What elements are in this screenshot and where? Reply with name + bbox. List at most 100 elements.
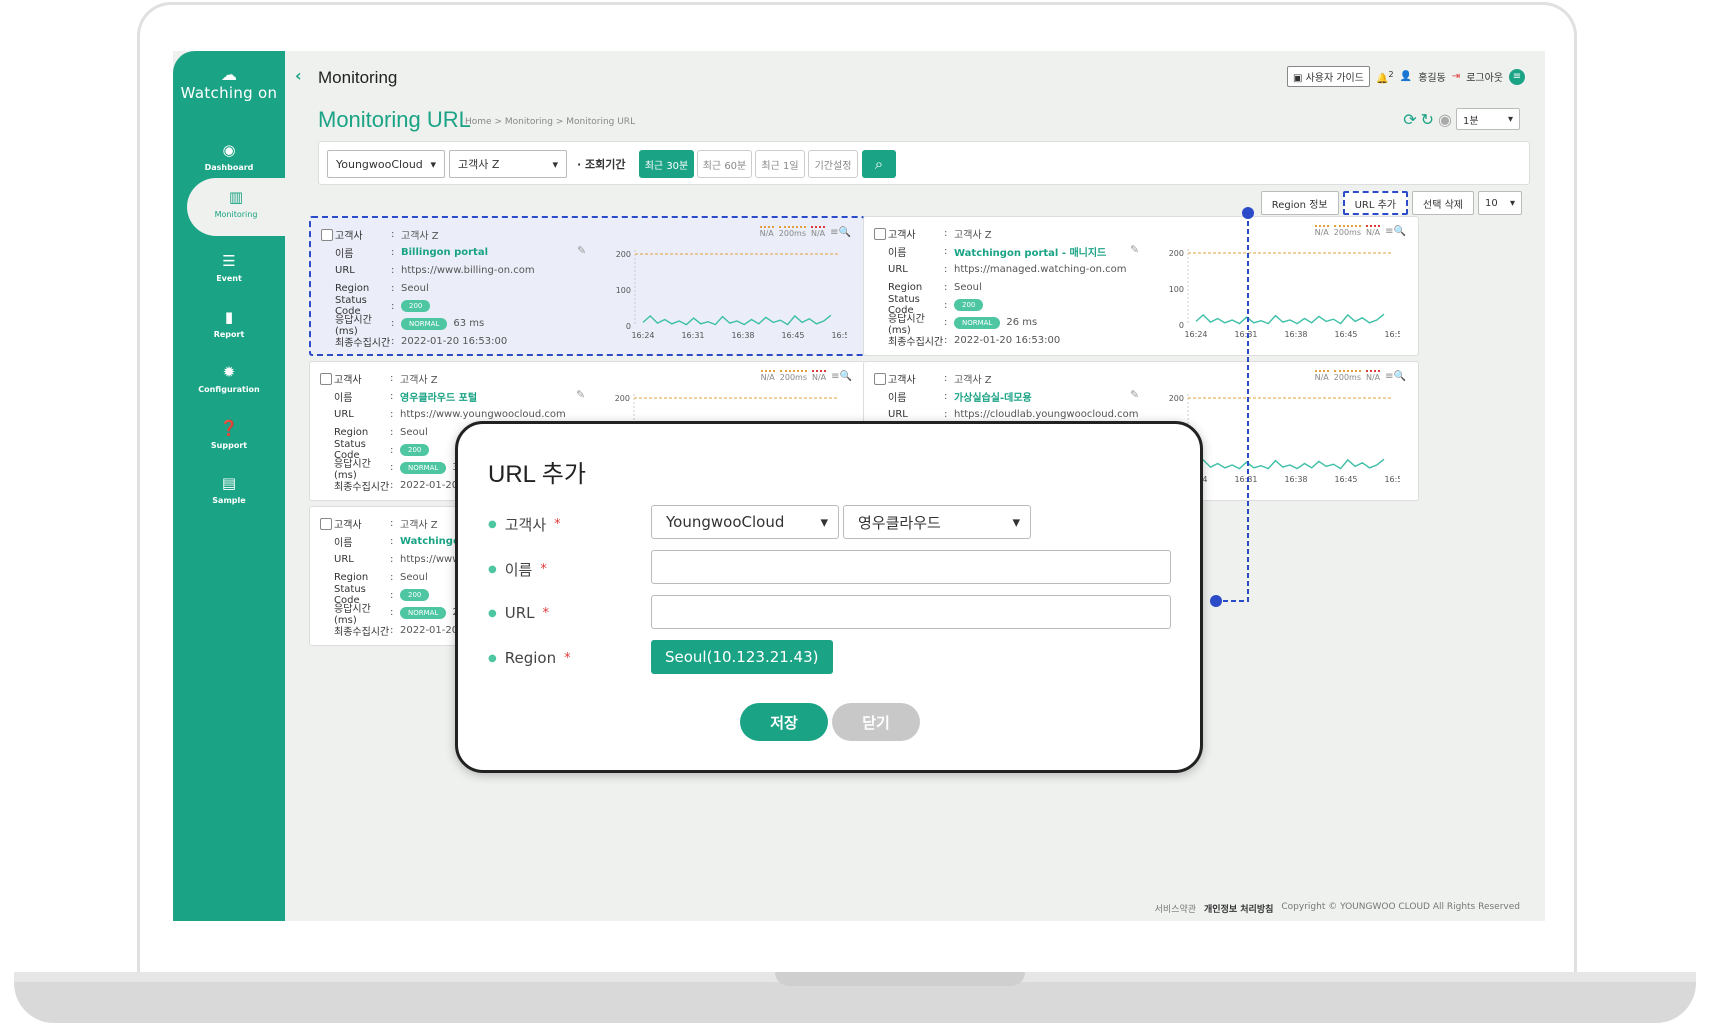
- card-company-value: 고객사 Z: [401, 231, 439, 243]
- period-60min-button[interactable]: 최근 60분: [697, 150, 752, 178]
- normal-badge: NORMAL: [400, 606, 447, 619]
- interval-select[interactable]: 1분 ▾: [1456, 108, 1520, 130]
- chart-zoom-icon[interactable]: ≡🔍: [830, 227, 851, 238]
- chart-zoom-icon[interactable]: ≡🔍: [1385, 226, 1406, 237]
- separator: :: [390, 480, 394, 492]
- card-name-value[interactable]: Watchingon portal - 매니지드: [954, 244, 1106, 259]
- chart-zoom-icon[interactable]: ≡🔍: [831, 371, 852, 382]
- name-input[interactable]: [651, 550, 1171, 584]
- period-1day-button[interactable]: 최근 1일: [755, 150, 805, 178]
- card-name-row: 이름: Billingon portal: [321, 244, 535, 262]
- sidebar-item-configuration[interactable]: ✹ Configuration: [173, 353, 285, 411]
- card-region-label: Region: [335, 282, 370, 294]
- sidebar-item-sample[interactable]: ▤ Sample: [173, 464, 285, 522]
- notification-bell-icon[interactable]: 🔔2: [1376, 69, 1394, 84]
- modal-company-group-select[interactable]: YoungwooCloud ▾: [651, 505, 839, 539]
- logout-link[interactable]: 로그아웃: [1466, 69, 1503, 84]
- copyright: Copyright © YOUNGWOO CLOUD All Rights Re…: [1281, 902, 1520, 912]
- separator: :: [391, 247, 395, 259]
- sidebar-item-label: Dashboard: [204, 163, 254, 172]
- modal-company-select[interactable]: 영우클라우드 ▾: [843, 505, 1031, 539]
- legend-threshold: 200ms: [1333, 370, 1361, 382]
- card-status-value: 200: [401, 300, 436, 313]
- url-card[interactable]: 고객사: 고객사 Z 이름: Billingon portal URL: https://…: [309, 216, 865, 356]
- separator: :: [944, 317, 948, 329]
- add-url-button[interactable]: URL 추가: [1342, 191, 1409, 215]
- region-select-button[interactable]: Seoul(10.123.21.43): [651, 640, 833, 674]
- company-select[interactable]: 고객사 Z ▾: [449, 150, 567, 178]
- filter-bar: YoungwooCloud ▾ 고객사 Z ▾ · 조회기간 최근 30분 최근 6…: [318, 141, 1530, 185]
- separator: :: [390, 391, 394, 403]
- required-mark: *: [540, 562, 547, 577]
- close-button[interactable]: 닫기: [832, 703, 920, 741]
- name-row: ● 이름 *: [488, 559, 547, 580]
- legend-na-critical: N/A: [811, 226, 826, 238]
- period-custom-button[interactable]: 기간설정: [808, 150, 858, 178]
- question-icon: ❓: [219, 419, 239, 437]
- edit-pencil-icon[interactable]: ✎: [1130, 243, 1139, 256]
- sidebar-item-monitoring[interactable]: ▥ Monitoring: [187, 178, 285, 236]
- separator: :: [390, 518, 394, 530]
- card-company-row: 고객사: 고객사 Z: [874, 225, 1127, 243]
- y-tick-label: 200: [615, 394, 630, 403]
- sidebar-item-report[interactable]: ▮ Report: [173, 298, 285, 356]
- delete-selected-button[interactable]: 선택 삭제: [1412, 191, 1474, 215]
- company-label: 고객사: [504, 516, 547, 534]
- auto-refresh-icon[interactable]: ↻: [1421, 110, 1434, 129]
- card-response-row: 응답시간(ms): NORMAL 26 ms: [874, 314, 1127, 336]
- company-group-select[interactable]: YoungwooCloud ▾: [327, 150, 445, 178]
- separator: :: [944, 246, 948, 258]
- chevron-down-icon: ▾: [1509, 197, 1515, 209]
- chevron-down-icon: ▾: [552, 157, 558, 171]
- terms-link[interactable]: 서비스약관: [1155, 902, 1196, 915]
- chart-legend: N/A 200ms N/A ≡🔍: [1314, 370, 1406, 382]
- card-name-value[interactable]: Billingon portal: [401, 247, 488, 258]
- privacy-link[interactable]: 개인정보 처리방침: [1204, 902, 1273, 915]
- period-30min-button[interactable]: 최근 30분: [639, 150, 694, 178]
- card-fields: 고객사: 고객사 Z 이름: Billingon portal URL: https://…: [321, 226, 535, 351]
- app-logo[interactable]: ☁ Watching on: [173, 67, 285, 102]
- edit-pencil-icon[interactable]: ✎: [1130, 388, 1139, 401]
- page-size-select[interactable]: 10 ▾: [1478, 191, 1522, 215]
- x-tick-label: 16:31: [681, 331, 704, 340]
- legend-threshold: 200ms: [779, 370, 807, 382]
- sidebar-item-support[interactable]: ❓ Support: [173, 409, 285, 467]
- separator: :: [391, 264, 395, 276]
- chart-zoom-icon[interactable]: ≡🔍: [1385, 371, 1406, 382]
- search-button[interactable]: ⌕: [862, 150, 896, 178]
- status-badge: 200: [401, 300, 431, 313]
- card-status-value: 200: [954, 299, 989, 312]
- sidebar-item-event[interactable]: ☰ Event: [173, 242, 285, 300]
- card-name-value[interactable]: 가상실습실-데모용: [954, 389, 1032, 404]
- save-button[interactable]: 저장: [740, 703, 828, 741]
- legend-threshold: 200ms: [1333, 225, 1361, 237]
- pause-icon[interactable]: ◉: [1438, 110, 1452, 129]
- y-tick-label: 100: [616, 286, 631, 295]
- card-name-value[interactable]: 영우클라우드 포털: [400, 389, 477, 404]
- card-name-row: 이름: Watchingon p: [320, 533, 478, 551]
- menu-icon[interactable]: ≡: [1509, 68, 1525, 85]
- card-collected-value: 2022-01-20 16:53:00: [401, 336, 508, 348]
- chevron-left-icon[interactable]: ‹: [295, 66, 302, 85]
- url-card[interactable]: 고객사: 고객사 Z 이름: Watchingon portal - 매니지드 URL:…: [863, 216, 1419, 356]
- card-region-value: Seoul: [400, 571, 428, 583]
- card-name-label: 이름: [334, 393, 353, 405]
- edit-pencil-icon[interactable]: ✎: [577, 244, 586, 257]
- card-company-value: 고객사 Z: [400, 520, 438, 532]
- x-tick-label: 16:24: [631, 331, 654, 340]
- normal-badge: NORMAL: [954, 316, 1001, 329]
- region-info-button[interactable]: Region 정보: [1260, 191, 1339, 215]
- required-mark: *: [564, 650, 571, 666]
- separator: :: [390, 625, 394, 637]
- url-input[interactable]: [651, 595, 1171, 629]
- refresh-icon[interactable]: ⟳: [1403, 110, 1416, 129]
- user-guide-button[interactable]: ▣ 사용자 가이드: [1286, 66, 1370, 87]
- bullet-icon: ●: [488, 564, 497, 575]
- card-collected-row: 최종수집시간:2022-01-20 16:53:00: [321, 333, 535, 351]
- chart-legend: N/A 200ms N/A ≡🔍: [759, 226, 851, 238]
- user-name[interactable]: 홍길동: [1418, 69, 1446, 84]
- card-url-value: https://www.billing-on.com: [401, 264, 535, 276]
- card-status-value: 200: [400, 444, 435, 457]
- edit-pencil-icon[interactable]: ✎: [576, 388, 585, 401]
- book-icon: ▣: [1292, 73, 1303, 84]
